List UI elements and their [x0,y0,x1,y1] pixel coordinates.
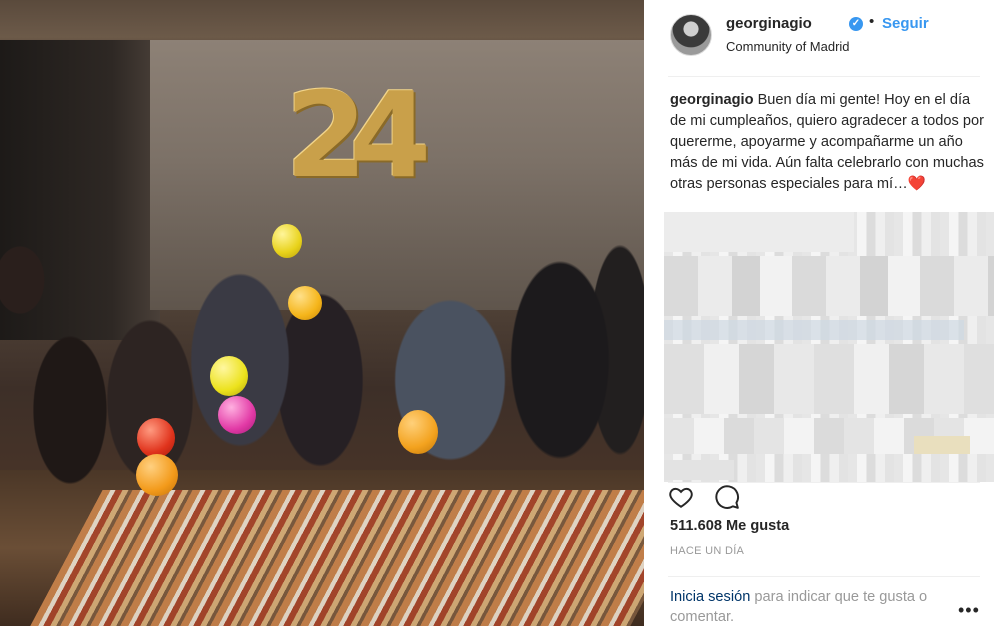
blur-block [664,460,734,480]
post-actions [668,484,748,510]
follow-button[interactable]: Seguir [882,15,929,32]
login-link[interactable]: Inicia sesión [670,589,750,605]
blur-block [664,256,994,316]
balloon-pink [218,396,256,434]
separator-dot: • [869,13,875,30]
blur-block [914,436,970,454]
actions-divider [668,482,980,483]
balloon-yellow [272,224,302,258]
more-options-icon[interactable]: ••• [958,600,980,621]
photo-group-of-people [0,150,644,510]
blur-block [664,212,854,252]
photo-striped-rug [17,490,644,626]
post-header: georginagio ✓ • Seguir Community of Madr… [668,12,980,60]
username-link[interactable]: georginagio [726,15,812,32]
header-divider [668,76,980,77]
blur-block [664,320,964,340]
balloon-red [137,418,175,458]
verified-badge-icon: ✓ [849,17,863,31]
balloon-orange [288,286,322,320]
post-timestamp[interactable]: HACE UN DÍA [670,545,744,557]
heart-outline-icon[interactable] [668,484,694,510]
balloon-orange [398,410,438,454]
login-prompt: Inicia sesión para indicar que te gusta … [670,587,960,626]
post-photo[interactable]: 24 [0,0,644,626]
post-caption: georginagio Buen día mi gente! Hoy en el… [670,90,986,195]
balloon-yellow [210,356,248,396]
footer-divider [668,576,980,577]
avatar[interactable] [670,14,712,56]
location-link[interactable]: Community of Madrid [726,39,850,54]
heart-emoji: ❤️ [907,176,926,192]
blurred-comments-area [664,212,994,482]
balloon-orange [136,454,178,496]
caption-username-link[interactable]: georginagio [670,92,754,108]
blur-block [664,344,994,414]
comment-bubble-icon[interactable] [714,484,740,510]
post-side-panel: georginagio ✓ • Seguir Community of Madr… [644,0,1000,626]
likes-count[interactable]: 511.608 Me gusta [670,518,789,534]
